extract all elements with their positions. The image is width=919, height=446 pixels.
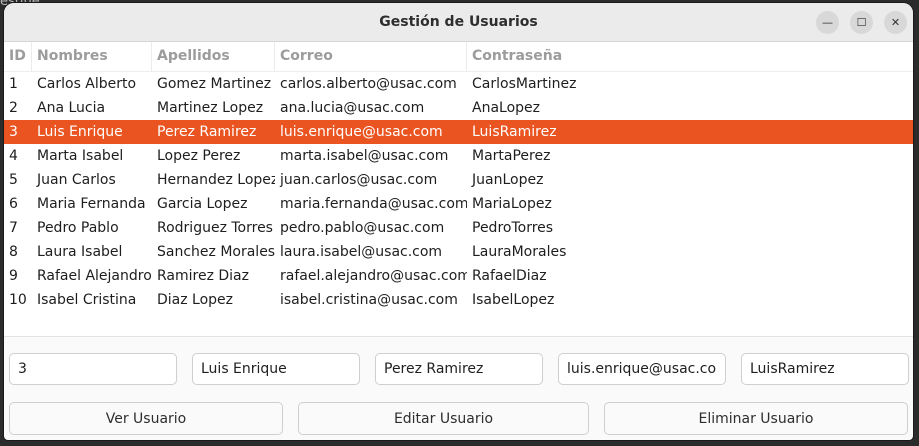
cell-correo: maria.fernanda@usac.com [280, 196, 467, 212]
eliminar-usuario-button[interactable]: Eliminar Usuario [604, 402, 908, 435]
cell-apellidos: Lopez Perez [157, 148, 241, 164]
cell-correo: rafael.alejandro@usac.com [280, 268, 467, 284]
cell-nombres: Isabel Cristina [37, 292, 137, 308]
cell-contrasena: IsabelLopez [472, 292, 555, 308]
cell-apellidos: Garcia Lopez [157, 196, 248, 212]
cell-apellidos: Martinez Lopez [157, 100, 264, 116]
table-row[interactable]: 9 Rafael Alejandro Ramirez Diaz rafael.alej… [4, 264, 913, 288]
cell-nombres: Rafael Alejandro [37, 268, 152, 284]
cell-apellidos: Diaz Lopez [157, 292, 234, 308]
cell-id: 10 [9, 292, 27, 308]
table-row[interactable]: 8 Laura Isabel Sanchez Morales laura.isabel… [4, 240, 913, 264]
close-icon[interactable]: ✕ [884, 11, 907, 34]
cell-id: 8 [9, 244, 18, 260]
header-id[interactable]: ID [4, 42, 32, 71]
table-row[interactable]: 1 Carlos Alberto Gomez Martinez carlos.albe… [4, 72, 913, 96]
ver-usuario-button[interactable]: Ver Usuario [9, 402, 283, 435]
cell-contrasena: CarlosMartinez [472, 76, 577, 92]
cell-contrasena: MariaLopez [472, 196, 552, 212]
cell-correo: ana.lucia@usac.com [280, 100, 425, 116]
cell-id: 1 [9, 76, 18, 92]
cell-contrasena: JuanLopez [472, 172, 544, 188]
cell-apellidos: Sanchez Morales [157, 244, 275, 260]
cell-id: 6 [9, 196, 18, 212]
cell-contrasena: MartaPerez [472, 148, 551, 164]
cell-nombres: Luis Enrique [37, 124, 123, 140]
window-title: Gestión de Usuarios [379, 14, 538, 30]
cell-correo: marta.isabel@usac.com [280, 148, 449, 164]
editar-usuario-button[interactable]: Editar Usuario [298, 402, 589, 435]
cell-id: 7 [9, 220, 18, 236]
users-table: ID Nombres Apellidos Correo Contraseña 1… [4, 42, 913, 337]
cell-contrasena: LauraMorales [472, 244, 567, 260]
cell-nombres: Carlos Alberto [37, 76, 137, 92]
table-header: ID Nombres Apellidos Correo Contraseña [4, 42, 913, 72]
cell-id: 5 [9, 172, 18, 188]
maximize-icon[interactable]: ☐ [850, 11, 873, 34]
header-correo[interactable]: Correo [275, 42, 467, 71]
apellidos-field[interactable] [375, 353, 543, 385]
title-bar: Gestión de Usuarios — ☐ ✕ [4, 3, 913, 42]
cell-contrasena: AnaLopez [472, 100, 540, 116]
cell-correo: juan.carlos@usac.com [280, 172, 438, 188]
table-row[interactable]: 6 Maria Fernanda Garcia Lopez maria.fernand… [4, 192, 913, 216]
cell-correo: isabel.cristina@usac.com [280, 292, 458, 308]
cell-nombres: Ana Lucia [37, 100, 106, 116]
cell-contrasena: PedroTorres [472, 220, 554, 236]
table-row[interactable]: 10 Isabel Cristina Diaz Lopez isabel.cristi… [4, 288, 913, 312]
cell-nombres: Pedro Pablo [37, 220, 119, 236]
cell-id: 3 [9, 124, 18, 140]
cell-correo: pedro.pablo@usac.com [280, 220, 445, 236]
cell-apellidos: Ramirez Diaz [157, 268, 249, 284]
cell-apellidos: Hernandez Lopez [157, 172, 275, 188]
table-row[interactable]: 7 Pedro Pablo Rodriguez Torres pedro.pablo@… [4, 216, 913, 240]
id-field[interactable] [9, 353, 177, 385]
header-apellidos[interactable]: Apellidos [152, 42, 275, 71]
cell-nombres: Juan Carlos [37, 172, 116, 188]
cell-correo: carlos.alberto@usac.com [280, 76, 457, 92]
table-row[interactable]: 3 Luis Enrique Perez Ramirez luis.enrique@u… [4, 120, 913, 144]
cell-contrasena: LuisRamirez [472, 124, 557, 140]
cell-nombres: Laura Isabel [37, 244, 123, 260]
table-row[interactable]: 5 Juan Carlos Hernandez Lopez juan.carlos@u… [4, 168, 913, 192]
minimize-icon[interactable]: — [816, 11, 839, 34]
user-form [4, 353, 913, 387]
table-row[interactable]: 2 Ana Lucia Martinez Lopez ana.lucia@usac.c… [4, 96, 913, 120]
contrasena-field[interactable] [741, 353, 909, 385]
correo-field[interactable] [558, 353, 726, 385]
cell-nombres: Maria Fernanda [37, 196, 146, 212]
table-row[interactable]: 4 Marta Isabel Lopez Perez marta.isabel@usa… [4, 144, 913, 168]
cell-correo: laura.isabel@usac.com [280, 244, 443, 260]
header-nombres[interactable]: Nombres [32, 42, 152, 71]
cell-id: 9 [9, 268, 18, 284]
cell-correo: luis.enrique@usac.com [280, 124, 443, 140]
nombres-field[interactable] [192, 353, 360, 385]
cell-contrasena: RafaelDiaz [472, 268, 547, 284]
cell-nombres: Marta Isabel [37, 148, 124, 164]
cell-id: 2 [9, 100, 18, 116]
cell-apellidos: Rodriguez Torres [157, 220, 273, 236]
cell-apellidos: Perez Ramirez [157, 124, 257, 140]
action-buttons: Ver Usuario Editar Usuario Eliminar Usua… [4, 402, 913, 436]
cell-apellidos: Gomez Martinez [157, 76, 272, 92]
table-body: 1 Carlos Alberto Gomez Martinez carlos.albe… [4, 72, 913, 312]
header-contrasena[interactable]: Contraseña [467, 42, 913, 71]
app-window: Gestión de Usuarios — ☐ ✕ ID Nombres Ape… [4, 3, 913, 440]
cell-id: 4 [9, 148, 18, 164]
